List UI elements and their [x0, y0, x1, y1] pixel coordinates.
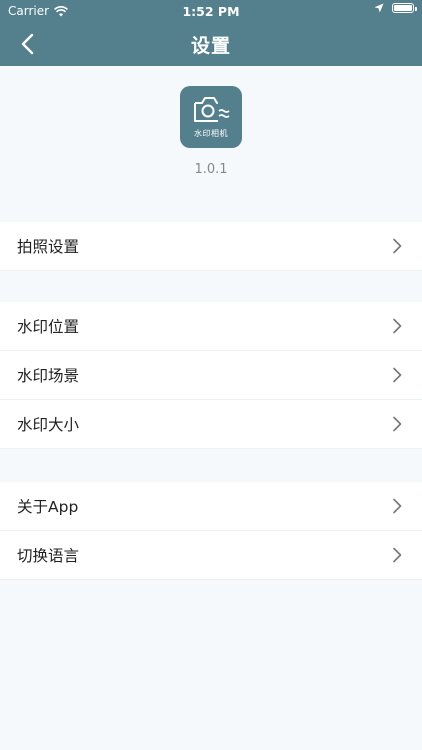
row-label: 切换语言: [17, 547, 80, 565]
settings-group-photo: 拍照设置: [0, 222, 422, 271]
row-label: 水印大小: [17, 416, 80, 434]
chevron-right-icon: [393, 547, 402, 563]
battery-icon: [392, 3, 417, 13]
chevron-right-icon: [393, 367, 402, 383]
app-icon-label: 水印相机: [194, 129, 228, 138]
camera-icon: [194, 97, 230, 122]
navigation-bar: 设置: [0, 22, 422, 66]
status-right: [374, 3, 417, 13]
chevron-right-icon: [393, 416, 402, 432]
row-label: 拍照设置: [17, 238, 80, 256]
status-bar: Carrier 1:52 PM: [0, 0, 422, 22]
chevron-right-icon: [393, 498, 402, 514]
row-label: 水印场景: [17, 367, 80, 385]
status-time: 1:52 PM: [182, 4, 240, 19]
row-watermark-scene[interactable]: 水印场景: [0, 351, 422, 400]
row-label: 水印位置: [17, 318, 80, 336]
chevron-right-icon: [393, 318, 402, 334]
row-photo-settings[interactable]: 拍照设置: [0, 222, 422, 271]
row-watermark-size[interactable]: 水印大小: [0, 400, 422, 449]
chevron-right-icon: [393, 238, 402, 254]
app-info: 水印相机 1.0.1: [0, 66, 422, 222]
settings-group-app: 关于App 切换语言: [0, 482, 422, 580]
page-title: 设置: [190, 35, 231, 57]
settings-group-watermark: 水印位置 水印场景 水印大小: [0, 302, 422, 449]
row-switch-language[interactable]: 切换语言: [0, 531, 422, 580]
row-about-app[interactable]: 关于App: [0, 482, 422, 531]
app-version: 1.0.1: [194, 162, 228, 177]
row-watermark-position[interactable]: 水印位置: [0, 302, 422, 351]
header-bar: Carrier 1:52 PM 设置: [0, 0, 422, 66]
row-label: 关于App: [17, 498, 79, 516]
location-arrow-icon: [374, 3, 384, 13]
app-icon: 水印相机: [180, 86, 242, 148]
